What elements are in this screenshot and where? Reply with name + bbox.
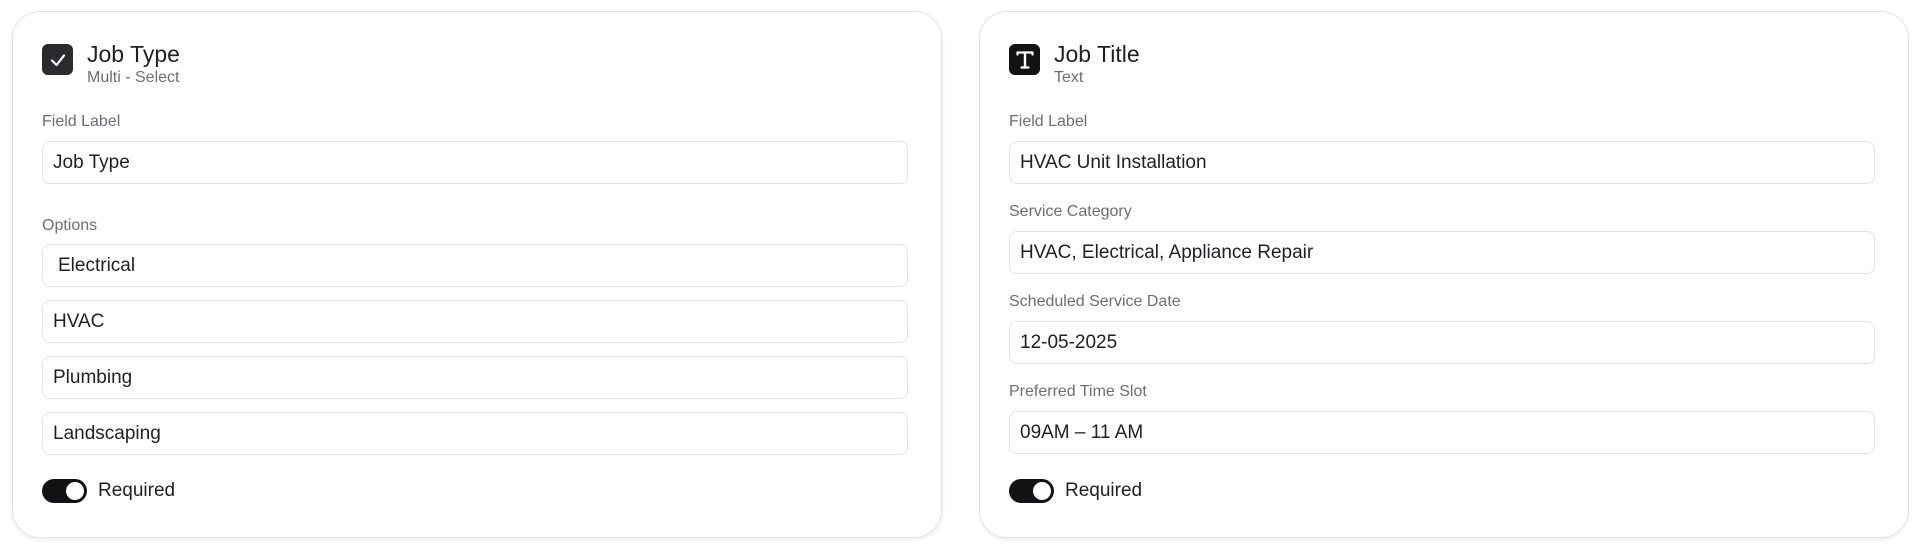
required-label: Required (1065, 480, 1143, 501)
scheduled-date-caption: Scheduled Service Date (1009, 293, 1181, 310)
job-title-title: Job Title (1054, 41, 1140, 67)
field-label-caption: Field Label (42, 113, 121, 130)
checkbox-icon (42, 44, 73, 75)
required-label: Required (98, 480, 176, 501)
job-type-subtitle: Multi - Select (87, 69, 180, 86)
required-toggle-row: Required (42, 479, 175, 503)
option-input-electrical[interactable] (42, 244, 908, 287)
job-title-header: Job Title Text (1009, 42, 1140, 87)
field-label-input[interactable] (1009, 141, 1875, 184)
required-toggle[interactable] (42, 479, 87, 503)
field-label-input[interactable] (42, 141, 908, 184)
field-label-caption: Field Label (1009, 113, 1088, 130)
job-title-subtitle: Text (1054, 69, 1084, 86)
toggle-knob (1033, 482, 1051, 500)
time-slot-caption: Preferred Time Slot (1009, 383, 1147, 400)
time-slot-input[interactable] (1009, 411, 1875, 454)
text-type-icon (1009, 44, 1040, 75)
required-toggle-row: Required (1009, 479, 1142, 503)
job-title-card: Job Title Text Field Label Service Categ… (979, 11, 1909, 538)
scheduled-date-input[interactable] (1009, 321, 1875, 364)
options-caption: Options (42, 217, 98, 234)
job-type-header: Job Type Multi - Select (42, 42, 180, 87)
service-category-caption: Service Category (1009, 203, 1132, 220)
job-type-card: Job Type Multi - Select Field Label Opti… (12, 11, 942, 538)
option-input-landscaping[interactable] (42, 412, 908, 455)
service-category-input[interactable] (1009, 231, 1875, 274)
option-input-hvac[interactable] (42, 300, 908, 343)
option-input-plumbing[interactable] (42, 356, 908, 399)
job-type-title: Job Type (87, 41, 180, 67)
required-toggle[interactable] (1009, 479, 1054, 503)
toggle-knob (66, 482, 84, 500)
